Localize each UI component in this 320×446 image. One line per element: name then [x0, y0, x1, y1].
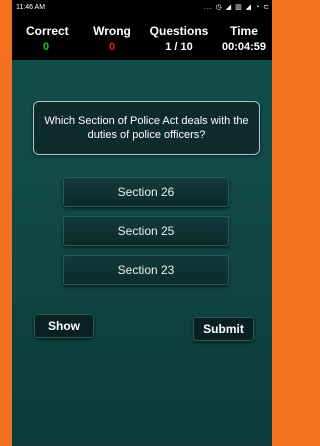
correct-label: Correct [26, 24, 69, 38]
quiz-screen: 11:46 AM ... ◷ ◢ ▥ ◢ ◔ ⊂ Correct 0 Wrong… [12, 0, 272, 446]
score-bar: Correct 0 Wrong 0 Questions 1 / 10 Time … [12, 16, 272, 60]
question-box: Which Section of Police Act deals with t… [33, 101, 260, 155]
time-stat: Time 00:04:59 [217, 24, 271, 53]
correct-stat: Correct 0 [26, 24, 69, 53]
status-time: 11:46 AM [16, 4, 46, 11]
wrong-stat: Wrong 0 [90, 24, 134, 53]
questions-label: Questions [149, 24, 209, 38]
option-button[interactable]: Section 23 [63, 255, 229, 285]
status-icons: ... ◷ ◢ ▥ ◢ ◔ ⊂ [203, 4, 270, 11]
time-label: Time [230, 24, 258, 38]
status-bar: 11:46 AM ... ◷ ◢ ▥ ◢ ◔ ⊂ [12, 0, 272, 16]
questions-stat: Questions 1 / 10 [147, 24, 211, 53]
submit-button[interactable]: Submit [193, 317, 254, 341]
correct-value: 0 [42, 41, 50, 53]
wrong-value: 0 [108, 41, 116, 53]
option-button[interactable]: Section 25 [63, 216, 229, 246]
show-answer-button[interactable]: Show [34, 314, 94, 338]
option-button[interactable]: Section 26 [63, 177, 229, 207]
questions-value: 1 / 10 [165, 41, 193, 53]
wrong-label: Wrong [93, 24, 131, 38]
time-value: 00:04:59 [221, 41, 267, 53]
